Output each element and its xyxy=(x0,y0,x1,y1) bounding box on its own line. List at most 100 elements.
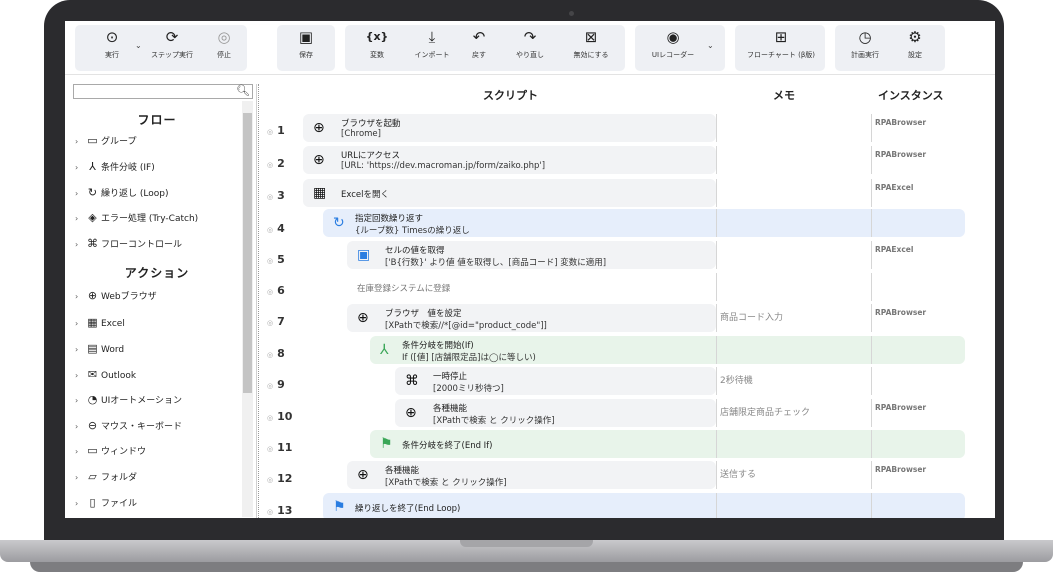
row-number[interactable]: ◎ 5 xyxy=(267,253,297,266)
toolbar: ⊙ 実行 ⌄ ⟳ ステップ実行 ◎ 停止 ▣ 保存 {x} 変数 ⤓ インポート ↶ 戻す ↷… xyxy=(65,21,995,75)
row-number[interactable]: ◎ 3 xyxy=(267,189,297,202)
script-step[interactable]: ⊕ URLにアクセス [URL: 'https://dev.macroman.j… xyxy=(303,146,716,174)
row-number[interactable]: ◎ 11 xyxy=(267,441,297,454)
globe-icon: ⊕ xyxy=(313,152,325,168)
error-icon: ◈ xyxy=(88,211,97,224)
memo-cell[interactable] xyxy=(716,114,871,142)
action-item-ui-automation[interactable]: › ◔ UIオートメーション xyxy=(75,393,182,411)
flow-item-control[interactable]: › ⌘ フローコントロール xyxy=(75,237,182,255)
script-step[interactable]: ▦ Excelを開く xyxy=(303,179,716,207)
excel-icon: ▦ xyxy=(87,316,98,329)
globe-icon: ⊕ xyxy=(357,467,369,483)
flow-item-try-catch[interactable]: › ◈ エラー処理 (Try-Catch) xyxy=(75,211,198,229)
row-number[interactable]: ◎ 13 xyxy=(267,504,297,517)
action-item-word[interactable]: › ▤ Word xyxy=(75,342,124,360)
memo-cell[interactable] xyxy=(716,336,871,364)
action-item-window[interactable]: › ▭ ウィンドウ xyxy=(75,444,146,462)
instance-cell xyxy=(871,367,969,395)
step-run-button[interactable]: ⟳ ステップ実行 xyxy=(145,27,199,67)
instance-cell xyxy=(871,209,969,237)
download-icon: ⤓ xyxy=(428,28,436,46)
row-number[interactable]: ◎ 12 xyxy=(267,472,297,485)
timer-icon: ◷ xyxy=(858,28,872,46)
script-step[interactable]: ⊕ 各種機能 [XPathで検索 と クリック操作] xyxy=(347,461,716,489)
panel-splitter[interactable] xyxy=(258,84,261,518)
comment-step[interactable]: 在庫登録システムに登録 xyxy=(347,273,716,301)
stop-button[interactable]: ◎ 停止 xyxy=(204,27,244,67)
search-icon[interactable]: 🔍︎ xyxy=(236,84,250,97)
memo-cell[interactable]: 送信する xyxy=(716,461,871,489)
globe-icon: ⊕ xyxy=(313,120,325,136)
import-button[interactable]: ⤓ インポート xyxy=(405,27,459,67)
action-heading: アクション xyxy=(124,266,190,280)
recorder-dropdown-chevron-icon[interactable]: ⌄ xyxy=(707,41,714,50)
instance-cell: RPABrowser xyxy=(871,399,969,427)
script-step[interactable]: ⊕ 各種機能 [XPathで検索 と クリック操作] xyxy=(395,399,716,427)
instance-cell xyxy=(871,430,969,458)
row-number[interactable]: ◎ 10 xyxy=(267,410,297,423)
flowchart-icon: ⊞ xyxy=(774,28,788,46)
script-step[interactable]: ⊕ ブラウザを起動 [Chrome] xyxy=(303,114,716,142)
loop-icon: ↻ xyxy=(87,186,98,199)
script-step[interactable]: ⊕ ブラウザ 値を設定 [XPathで検索//*[@id="product_co… xyxy=(347,304,716,332)
memo-cell[interactable]: 商品コード入力 xyxy=(716,304,871,332)
action-item-excel[interactable]: › ▦ Excel xyxy=(75,316,125,334)
flowchart-button[interactable]: ⊞ フローチャート (β版) xyxy=(741,27,821,67)
flow-heading: フロー xyxy=(137,113,177,127)
action-item-web-browser[interactable]: › ⊕ Webブラウザ xyxy=(75,289,157,307)
script-step[interactable]: ⌘ 一時停止 [2000ミリ秒待つ] xyxy=(395,367,716,395)
schedule-button[interactable]: ◷ 計画実行 xyxy=(843,27,887,67)
step-icon: ⟳ xyxy=(165,28,179,46)
flow-item-group[interactable]: › ▭ グループ xyxy=(75,134,136,152)
ui-automation-icon: ◔ xyxy=(87,393,98,406)
redo-icon: ↷ xyxy=(523,28,537,46)
stop-icon: ◎ xyxy=(217,28,231,46)
row-number[interactable]: ◎ 2 xyxy=(267,157,297,170)
scrollbar-thumb[interactable] xyxy=(243,113,252,393)
memo-cell[interactable] xyxy=(716,493,871,518)
flow-item-if[interactable]: › ⅄ 条件分岐 (IF) xyxy=(75,160,155,178)
row-number[interactable]: ◎ 9 xyxy=(267,378,297,391)
row-number[interactable]: ◎ 6 xyxy=(267,284,297,297)
memo-cell[interactable] xyxy=(716,273,871,301)
action-item-mouse-keyboard[interactable]: › ⊖ マウス・キーボード xyxy=(75,419,182,437)
flag-icon: ⚑ xyxy=(333,499,346,515)
settings-button[interactable]: ⚙ 設定 xyxy=(893,27,937,67)
memo-cell[interactable] xyxy=(716,146,871,174)
redo-button[interactable]: ↷ やり直し xyxy=(505,27,555,67)
flag-icon: ⚑ xyxy=(380,436,393,452)
search-input[interactable]: 🔍︎ xyxy=(73,84,253,99)
memo-cell[interactable] xyxy=(716,430,871,458)
loop-icon: ↻ xyxy=(333,215,345,231)
undo-icon: ↶ xyxy=(472,28,486,46)
memo-cell[interactable]: 2秒待機 xyxy=(716,367,871,395)
action-item-file[interactable]: › ▯ ファイル xyxy=(75,496,137,514)
row-number[interactable]: ◎ 8 xyxy=(267,347,297,360)
disable-button[interactable]: ⊠ 無効にする xyxy=(561,27,621,67)
save-icon: ▣ xyxy=(298,28,314,46)
ui-recorder-button[interactable]: ◉ UIレコーダー xyxy=(643,27,703,67)
memo-cell[interactable]: 店舗限定商品チェック xyxy=(716,399,871,427)
instance-cell: RPAExcel xyxy=(871,241,969,269)
script-step[interactable]: ▣ セルの値を取得 ['B{行数}' より値 値を取得し、[商品コード] 変数に… xyxy=(347,241,716,269)
globe-icon: ⊕ xyxy=(87,289,98,302)
action-item-folder[interactable]: › ▱ フォルダ xyxy=(75,470,137,488)
run-dropdown-chevron-icon[interactable]: ⌄ xyxy=(135,41,142,50)
column-header-memo: メモ xyxy=(773,89,795,102)
outlook-icon: ✉ xyxy=(87,368,98,381)
run-button[interactable]: ⊙ 実行 xyxy=(85,27,139,67)
row-number[interactable]: ◎ 1 xyxy=(267,124,297,137)
row-number[interactable]: ◎ 7 xyxy=(267,315,297,328)
scrollbar[interactable] xyxy=(242,101,253,517)
memo-cell[interactable] xyxy=(716,241,871,269)
action-item-outlook[interactable]: › ✉ Outlook xyxy=(75,368,136,386)
row-number[interactable]: ◎ 4 xyxy=(267,222,297,235)
variables-button[interactable]: {x} 変数 xyxy=(350,27,404,67)
app-screen: ⊙ 実行 ⌄ ⟳ ステップ実行 ◎ 停止 ▣ 保存 {x} 変数 ⤓ インポート ↶ 戻す ↷… xyxy=(65,21,995,518)
memo-cell[interactable] xyxy=(716,209,871,237)
undo-button[interactable]: ↶ 戻す xyxy=(457,27,501,67)
window-icon: ▭ xyxy=(87,444,98,457)
save-button[interactable]: ▣ 保存 xyxy=(279,27,333,67)
memo-cell[interactable] xyxy=(716,179,871,207)
flow-item-loop[interactable]: › ↻ 繰り返し (Loop) xyxy=(75,186,168,204)
